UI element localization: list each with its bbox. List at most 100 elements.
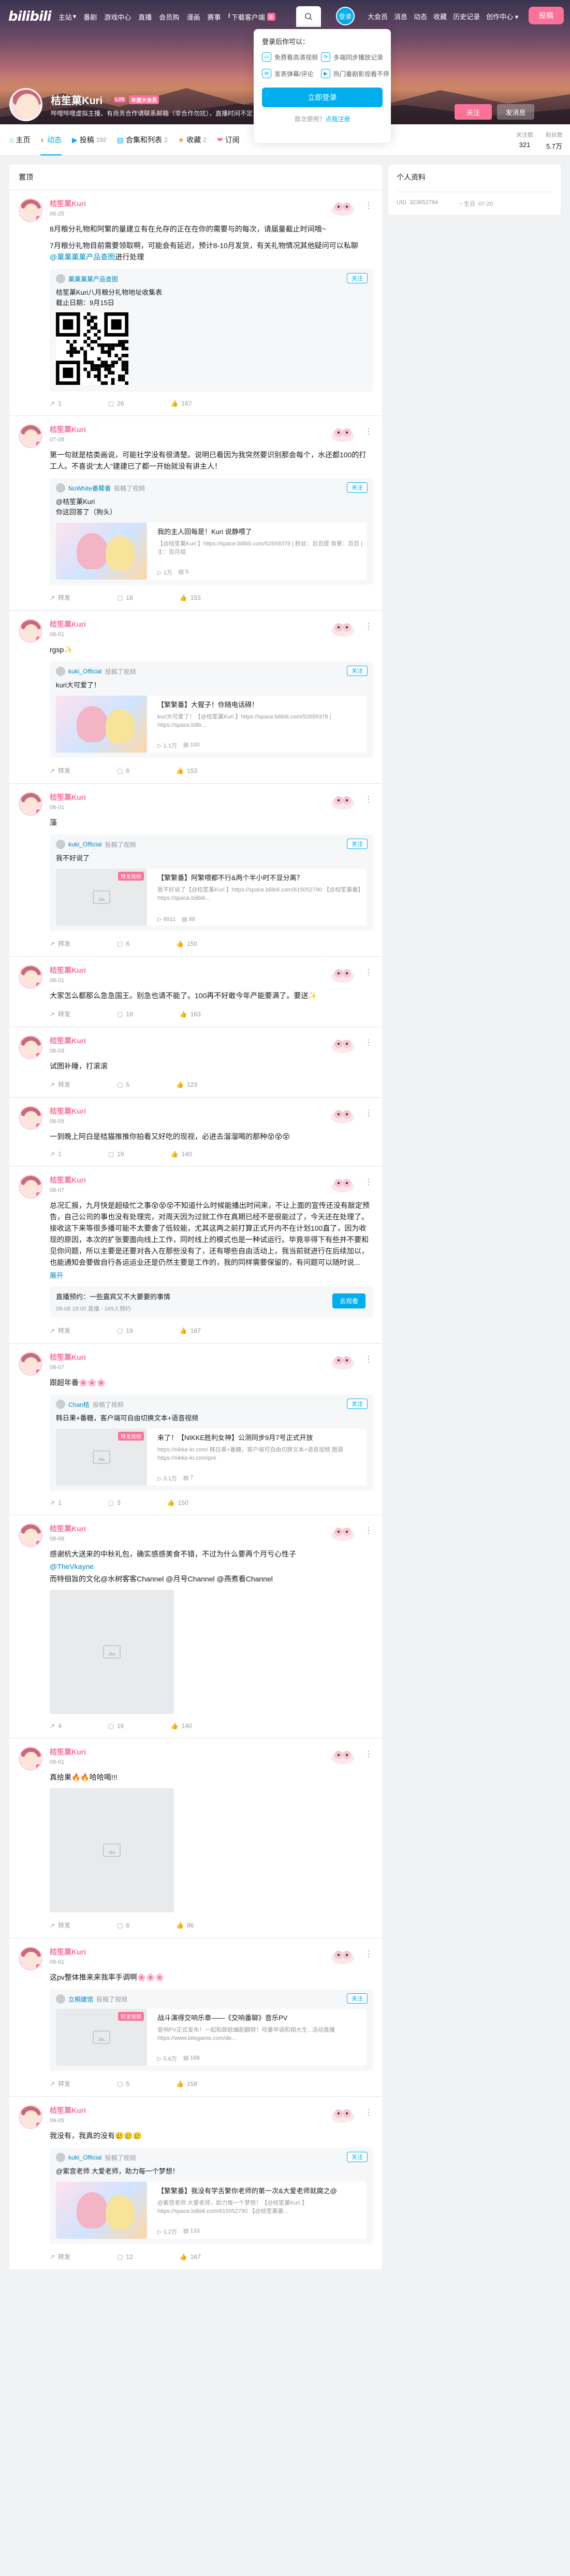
post-avatar[interactable] [19,965,42,989]
more-icon[interactable]: ⋮ [364,967,373,977]
video-card[interactable]: 转发视频 来了！【NIKKE胜利女神】公测同步9月7号正式开放 https://ni… [56,1429,367,1486]
like-button[interactable]: 👍 153 [180,593,201,602]
avatar[interactable] [9,88,42,121]
tab-favorites[interactable]: ★ 收藏 2 [178,124,207,155]
bilibili-logo[interactable]: bilibili [8,9,52,24]
post-avatar[interactable] [19,1106,42,1130]
quote-author[interactable]: 立桐建馆 [68,1995,93,2004]
like-button[interactable]: 👍 123 [176,1080,197,1089]
post-author[interactable]: 桔笙菓Kuri [50,1747,373,1757]
quote-follow-button[interactable]: 关注 [347,1993,368,2004]
like-button[interactable]: 👍 163 [180,1010,201,1018]
stat-fans[interactable]: 粉丝数 5.7万 [546,131,563,151]
nav-download[interactable]: ⭳ 下载客户端新 [228,11,275,22]
nav-favorites[interactable]: 收藏 [433,11,447,21]
post-author[interactable]: 桔笙菓Kuri [50,792,373,802]
forward-button[interactable]: ↗ 转发 [50,593,70,602]
forwarded-content[interactable]: 立桐建馆 投稿了视频 关注 转发视频 战斗演得交响乐章——《交响番聊》音乐PV 音响PV正… [50,1989,373,2071]
comment-button[interactable]: ▢ 6 [117,939,129,948]
nav-creator[interactable]: 创作中心 ▾ [486,11,518,21]
like-button[interactable]: 👍 140 [170,1150,192,1158]
forward-button[interactable]: ↗ 1 [50,1150,62,1158]
video-card[interactable]: 我的主人回每是！Kuri 说静喂了 【@桔笙菓Kuri 】https://spac… [56,523,367,580]
post-image[interactable] [50,1590,174,1714]
quote-follow-button[interactable]: 关注 [347,1399,368,1409]
nav-anime[interactable]: 番剧 [83,12,97,22]
video-card[interactable]: 【繁繁番】大猩子！你随电话碍！ kuri大可爱了！【@桔笙菓Kuri 】https… [56,696,367,753]
like-button[interactable]: 👍 167 [180,2252,201,2261]
nav-esports[interactable]: 赛事 [207,12,221,22]
quote-author[interactable]: NoWhite番鞣番 [68,484,111,493]
nav-vip[interactable]: 大会员 [368,11,388,21]
login-now-button[interactable]: 立即登录 [262,88,383,107]
comment-button[interactable]: ▢ 18 [117,593,133,602]
quote-follow-button[interactable]: 关注 [347,666,368,676]
register-link[interactable]: 点我注册 [326,116,350,123]
post-avatar[interactable] [19,2105,42,2129]
forward-button[interactable]: ↗ 4 [50,1722,62,1730]
nav-mall[interactable]: 会员购 [159,12,179,22]
more-icon[interactable]: ⋮ [364,621,373,631]
message-button[interactable]: 发消息 [497,104,534,120]
quote-author[interactable]: kuki_Official [68,841,101,848]
nav-game[interactable]: 游戏中心 [104,12,131,22]
upload-button[interactable]: 投稿 [529,7,564,24]
forward-button[interactable]: ↗ 1 [50,1499,62,1506]
comment-button[interactable]: ▢ 26 [108,400,124,407]
login-avatar-button[interactable]: 登录 [336,7,355,25]
quote-author[interactable]: 菓菓菓菓产品查图 [68,275,118,283]
quote-follow-button[interactable]: 关注 [347,2152,368,2162]
tab-dynamic[interactable]: ◐ 动态 [40,124,62,155]
post-author[interactable]: 桔笙菓Kuri [50,424,373,435]
post-avatar[interactable] [19,1947,42,1970]
mention-link[interactable]: @TheVkayne [50,1562,94,1571]
more-icon[interactable]: ⋮ [364,1949,373,1959]
more-icon[interactable]: ⋮ [364,1526,373,1536]
nav-messages[interactable]: 消息 [394,11,407,21]
follow-button[interactable]: 关注 [455,104,492,120]
mention-link[interactable]: @菓菓菓菓产品查图 [50,253,115,261]
comment-button[interactable]: ▢ 6 [117,766,129,775]
nav-dynamic[interactable]: 动态 [414,11,427,21]
forwarded-content[interactable]: Chan桔 投稿了视频 关注 韩日果+番糖，客户端可自由切换文本+语音视频 转发视频 来了… [50,1394,373,1491]
comment-button[interactable]: ▢ 19 [117,1326,133,1335]
post-author[interactable]: 桔笙菓Kuri [50,2105,373,2116]
post-author[interactable]: 桔笙菓Kuri [50,198,373,209]
post-author[interactable]: 桔笙菓Kuri [50,1523,373,1534]
like-button[interactable]: 👍 167 [170,400,192,407]
post-author[interactable]: 桔笙菓Kuri [50,965,373,975]
post-avatar[interactable] [19,792,42,816]
like-button[interactable]: 👍 150 [167,1499,188,1506]
like-button[interactable]: 👍 86 [176,1921,194,1930]
forward-button[interactable]: ↗ 转发 [50,2252,70,2261]
comment-button[interactable]: ▢ 19 [108,1150,124,1158]
like-button[interactable]: 👍 153 [176,766,197,775]
quote-follow-button[interactable]: 关注 [347,273,368,283]
post-avatar[interactable] [19,1352,42,1376]
post-avatar[interactable] [19,424,42,448]
more-icon[interactable]: ⋮ [364,2107,373,2118]
more-icon[interactable]: ⋮ [364,200,373,211]
post-author[interactable]: 桔笙菓Kuri [50,1035,373,1046]
nav-manga[interactable]: 漫画 [186,12,200,22]
comment-button[interactable]: ▢ 5 [117,1080,129,1089]
post-author[interactable]: 桔笙菓Kuri [50,1106,373,1116]
like-button[interactable]: 👍 167 [180,1326,201,1335]
nav-history[interactable]: 历史记录 [453,11,480,21]
quote-follow-button[interactable]: 关注 [347,839,368,849]
video-card[interactable]: 转发视频 战斗演得交响乐章——《交响番聊》音乐PV 音响PV正式发布！一起和郎欧编剧… [56,2009,367,2066]
forward-button[interactable]: ↗ 转发 [50,939,70,948]
stat-following[interactable]: 关注数 321 [516,131,533,151]
watch-button[interactable]: 去观看 [332,1293,366,1308]
quote-author[interactable]: Chan桔 [68,1400,90,1409]
forward-button[interactable]: ↗ 转发 [50,2079,70,2088]
forwarded-content[interactable]: kuki_Official 投稿了视频 关注 我不好说了 转发视频 【繁繁番】阿繁喂都不行… [50,834,373,931]
post-avatar[interactable] [19,1035,42,1059]
video-card[interactable]: 【繁繁番】我没有学舌繁你老师的第一次&大爱老师就腐之@ @紫宫老师 大爱老师，助力… [56,2182,367,2239]
more-icon[interactable]: ⋮ [364,426,373,437]
video-card[interactable]: 转发视频 【繁繁番】阿繁喂都不行&两个半小时不显分离？ 我不好说了【@桔笙菓Kuri… [56,869,367,926]
quote-author[interactable]: kuki_Official [68,2154,101,2161]
post-avatar[interactable] [19,1523,42,1547]
tab-home[interactable]: ⌂ 主页 [9,124,30,155]
forwarded-content[interactable]: NoWhite番鞣番 投稿了视频 关注 @桔笙菓Kuri 你这回答了（狗头） 我的主人回… [50,478,373,585]
